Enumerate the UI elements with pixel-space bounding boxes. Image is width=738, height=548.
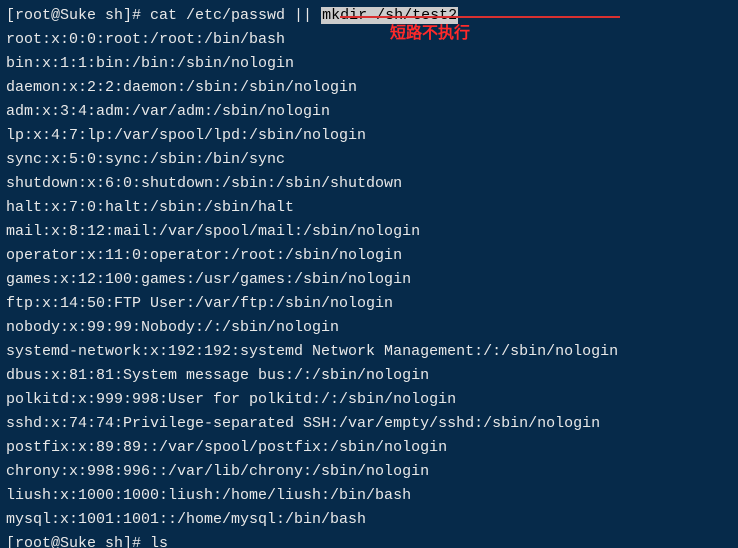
terminal[interactable]: 短路不执行 [root@Suke sh]# cat /etc/passwd ||… (0, 0, 738, 548)
output-line: root:x:0:0:root:/root:/bin/bash (6, 28, 732, 52)
shell-prompt: [root@Suke sh]# (6, 7, 150, 24)
output-line: sshd:x:74:74:Privilege-separated SSH:/va… (6, 412, 732, 436)
output-line: chrony:x:998:996::/var/lib/chrony:/sbin/… (6, 460, 732, 484)
output-line: sync:x:5:0:sync:/sbin:/bin/sync (6, 148, 732, 172)
command-ls: ls (150, 535, 168, 548)
command-plain: cat /etc/passwd || (150, 7, 321, 24)
output-line: bin:x:1:1:bin:/bin:/sbin/nologin (6, 52, 732, 76)
output-line: nobody:x:99:99:Nobody:/:/sbin/nologin (6, 316, 732, 340)
output-line: ftp:x:14:50:FTP User:/var/ftp:/sbin/nolo… (6, 292, 732, 316)
output-line: adm:x:3:4:adm:/var/adm:/sbin/nologin (6, 100, 732, 124)
output-line: games:x:12:100:games:/usr/games:/sbin/no… (6, 268, 732, 292)
output-line: mysql:x:1001:1001::/home/mysql:/bin/bash (6, 508, 732, 532)
output-line: shutdown:x:6:0:shutdown:/sbin:/sbin/shut… (6, 172, 732, 196)
passwd-output: root:x:0:0:root:/root:/bin/bashbin:x:1:1… (6, 28, 732, 532)
output-line: mail:x:8:12:mail:/var/spool/mail:/sbin/n… (6, 220, 732, 244)
annotation-arrow (340, 16, 620, 18)
output-line: systemd-network:x:192:192:systemd Networ… (6, 340, 732, 364)
shell-prompt: [root@Suke sh]# (6, 535, 150, 548)
prompt-line-2: [root@Suke sh]# ls (6, 532, 732, 548)
annotation-text: 短路不执行 (390, 22, 470, 46)
output-line: polkitd:x:999:998:User for polkitd:/:/sb… (6, 388, 732, 412)
output-line: dbus:x:81:81:System message bus:/:/sbin/… (6, 364, 732, 388)
output-line: halt:x:7:0:halt:/sbin:/sbin/halt (6, 196, 732, 220)
output-line: operator:x:11:0:operator:/root:/sbin/nol… (6, 244, 732, 268)
output-line: daemon:x:2:2:daemon:/sbin:/sbin/nologin (6, 76, 732, 100)
output-line: liush:x:1000:1000:liush:/home/liush:/bin… (6, 484, 732, 508)
output-line: postfix:x:89:89::/var/spool/postfix:/sbi… (6, 436, 732, 460)
output-line: lp:x:4:7:lp:/var/spool/lpd:/sbin/nologin (6, 124, 732, 148)
